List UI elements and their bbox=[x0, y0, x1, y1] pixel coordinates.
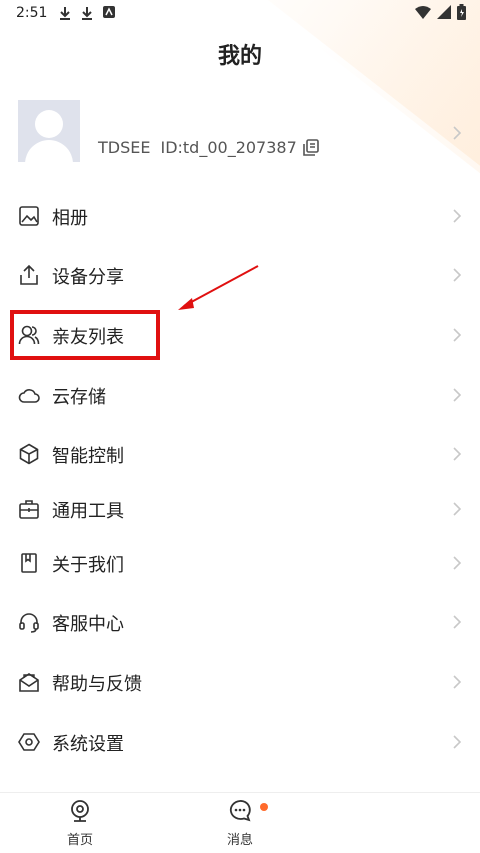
toolbox-icon bbox=[19, 500, 39, 519]
chevron-right-icon bbox=[453, 447, 462, 461]
chevron-right-icon bbox=[453, 209, 462, 223]
chevron-right-icon bbox=[453, 675, 462, 689]
menu-item-label: 系统设置 bbox=[52, 734, 124, 755]
menu-item-label: 智能控制 bbox=[52, 446, 124, 467]
camera-home-icon bbox=[71, 800, 89, 822]
download-icon bbox=[82, 7, 93, 20]
chevron-right-icon bbox=[453, 126, 462, 140]
bookmark-icon bbox=[21, 553, 37, 573]
wifi-icon bbox=[415, 6, 431, 19]
status-bar: 2:51 bbox=[0, 0, 480, 26]
profile-id: ID:td_00_207387 bbox=[160, 138, 297, 157]
menu-item-customer-service[interactable]: 客服中心 bbox=[0, 602, 480, 642]
menu-item-label: 帮助与反馈 bbox=[52, 674, 142, 695]
menu-item-help-feedback[interactable]: 帮助与反馈 bbox=[0, 662, 480, 702]
signal-icon bbox=[437, 5, 451, 19]
avatar[interactable] bbox=[18, 100, 80, 162]
menu-item-label: 关于我们 bbox=[52, 555, 124, 576]
tab-label: 消息 bbox=[226, 833, 253, 848]
tab-messages[interactable]: 消息 bbox=[200, 799, 280, 853]
menu-item-label: 客服中心 bbox=[52, 614, 124, 635]
cloud-icon bbox=[18, 389, 40, 403]
profile-name: TDSEE bbox=[98, 138, 151, 157]
tab-home[interactable]: 首页 bbox=[40, 799, 120, 853]
feedback-mail-icon bbox=[19, 673, 39, 692]
app-notification-icon bbox=[103, 6, 116, 18]
menu-item-album[interactable]: 相册 bbox=[0, 196, 480, 236]
menu-item-cloud-storage[interactable]: 云存储 bbox=[0, 375, 480, 415]
download-icon bbox=[60, 7, 71, 20]
copy-icon[interactable] bbox=[302, 139, 320, 157]
notification-badge bbox=[260, 803, 268, 811]
menu-item-label: 相册 bbox=[52, 208, 88, 229]
tab-label: 首页 bbox=[66, 833, 93, 848]
page-title: 我的 bbox=[217, 44, 262, 69]
menu-item-about-us[interactable]: 关于我们 bbox=[0, 543, 480, 583]
annotation-highlight-box bbox=[10, 310, 160, 360]
chat-bubble-icon bbox=[229, 800, 251, 822]
chevron-right-icon bbox=[453, 615, 462, 629]
menu-item-system-settings[interactable]: 系统设置 bbox=[0, 722, 480, 762]
headset-icon bbox=[19, 613, 39, 633]
chevron-right-icon bbox=[453, 388, 462, 402]
chevron-right-icon bbox=[453, 735, 462, 749]
chevron-right-icon bbox=[453, 328, 462, 342]
menu-item-general-tools[interactable]: 通用工具 bbox=[0, 489, 480, 529]
photo-icon bbox=[19, 206, 39, 226]
chevron-right-icon bbox=[453, 268, 462, 282]
menu-item-label: 设备分享 bbox=[52, 267, 124, 288]
chevron-right-icon bbox=[453, 556, 462, 570]
menu-item-label: 云存储 bbox=[52, 387, 106, 408]
share-icon bbox=[20, 264, 38, 285]
status-time: 2:51 bbox=[16, 5, 48, 21]
menu-item-label: 通用工具 bbox=[52, 501, 124, 522]
settings-hexagon-icon bbox=[18, 733, 40, 751]
menu-item-smart-control[interactable]: 智能控制 bbox=[0, 434, 480, 474]
annotation-arrow bbox=[178, 265, 259, 310]
profile-row[interactable]: TDSEE ID:td_00_207387 bbox=[0, 100, 480, 166]
bottom-tab-bar: 首页 消息 bbox=[0, 792, 480, 853]
chevron-right-icon bbox=[453, 502, 462, 516]
battery-icon bbox=[457, 4, 466, 20]
cube-icon bbox=[19, 443, 39, 465]
